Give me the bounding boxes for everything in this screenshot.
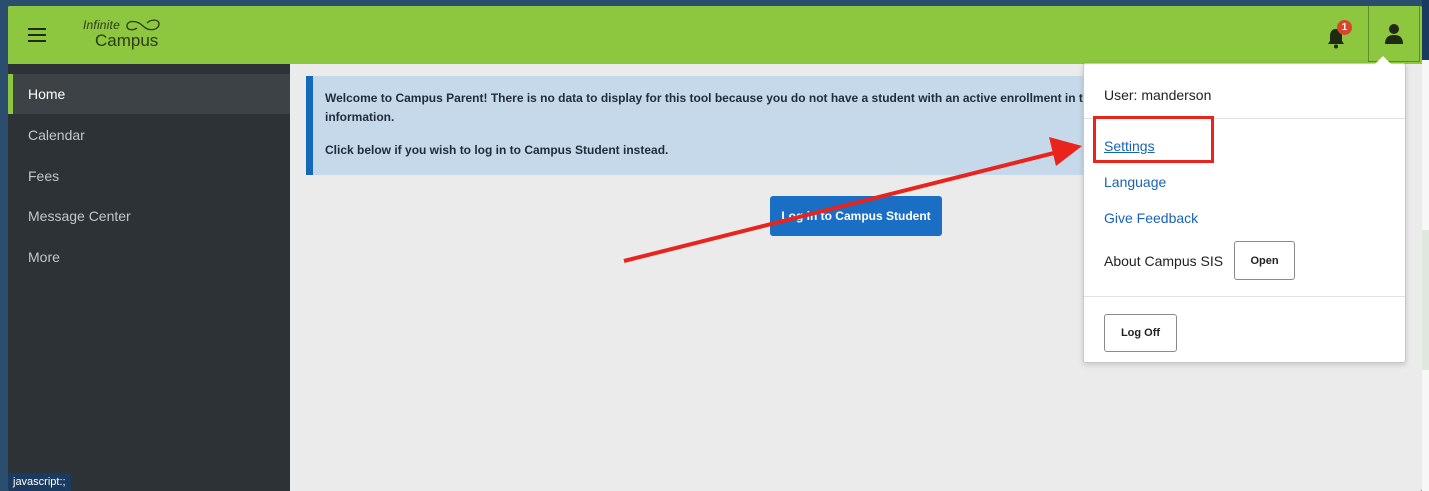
background-sliver-middle bbox=[1422, 230, 1429, 370]
background-sliver-top bbox=[1422, 0, 1429, 60]
sidebar-item-home[interactable]: Home bbox=[8, 74, 290, 114]
about-campus-sis-label: About Campus SIS bbox=[1104, 253, 1224, 269]
about-open-button[interactable]: Open bbox=[1234, 241, 1295, 280]
hamburger-menu-icon bbox=[28, 28, 46, 42]
dropdown-caret bbox=[1375, 56, 1391, 64]
sidebar-item-message-center[interactable]: Message Center bbox=[8, 196, 290, 236]
background-window-edge bbox=[1422, 0, 1429, 491]
dropdown-divider bbox=[1084, 296, 1405, 297]
sidebar-item-calendar[interactable]: Calendar bbox=[8, 115, 290, 155]
sidebar-item-more[interactable]: More bbox=[8, 237, 290, 277]
dropdown-divider bbox=[1084, 118, 1405, 119]
settings-link[interactable]: Settings bbox=[1104, 138, 1155, 154]
browser-window: Infinite Campus 1 Home Calendar Fees Mes… bbox=[8, 6, 1422, 491]
logo-text-bottom: Campus bbox=[95, 31, 159, 50]
notification-badge: 1 bbox=[1337, 20, 1352, 35]
log-off-button[interactable]: Log Off bbox=[1104, 314, 1177, 352]
hamburger-menu-button[interactable] bbox=[8, 6, 66, 64]
top-bar: Infinite Campus 1 bbox=[8, 6, 1422, 64]
user-menu-button[interactable] bbox=[1368, 6, 1420, 62]
sidebar-nav: Home Calendar Fees Message Center More j… bbox=[8, 64, 290, 491]
username-label: User: manderson bbox=[1104, 87, 1212, 103]
link-status-bar: javascript:; bbox=[8, 473, 71, 491]
login-campus-student-button[interactable]: Log in to Campus Student bbox=[770, 196, 942, 236]
infinite-campus-logo[interactable]: Infinite Campus bbox=[83, 19, 160, 50]
notifications-button[interactable]: 1 bbox=[1326, 20, 1354, 51]
infinity-swoosh-icon bbox=[126, 19, 160, 31]
user-menu-dropdown: User: manderson Settings Language Give F… bbox=[1083, 56, 1406, 363]
give-feedback-link[interactable]: Give Feedback bbox=[1104, 210, 1198, 226]
sidebar-item-fees[interactable]: Fees bbox=[8, 156, 290, 196]
user-icon bbox=[1385, 23, 1403, 44]
language-link[interactable]: Language bbox=[1104, 174, 1166, 190]
